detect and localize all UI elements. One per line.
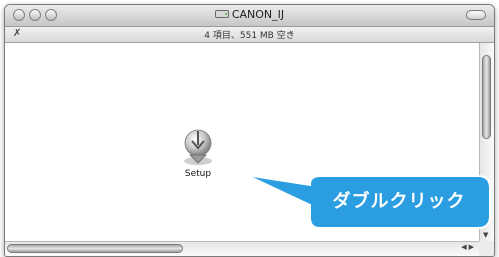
- setup-installer-icon[interactable]: [176, 125, 220, 169]
- vertical-scroll-thumb[interactable]: [482, 55, 491, 139]
- horizontal-scrollbar[interactable]: ◀▶: [5, 241, 479, 256]
- scroll-down-arrow-icon[interactable]: ▼: [483, 231, 488, 239]
- toolbar-toggle-button[interactable]: [466, 10, 486, 20]
- status-text: 4 項目、551 MB 空き: [204, 31, 295, 41]
- status-bar: ✗ 4 項目、551 MB 空き: [5, 27, 494, 43]
- finder-window: CANON_IJ ✗ 4 項目、551 MB 空き Setup ▼ ◀▶: [4, 4, 495, 257]
- window-title: CANON_IJ: [231, 8, 285, 21]
- title-bar[interactable]: CANON_IJ: [5, 5, 494, 27]
- file-label-setup[interactable]: Setup: [173, 169, 223, 179]
- callout-text: ダブルクリック: [332, 191, 466, 212]
- scroll-left-right-arrows-icon[interactable]: ◀▶: [461, 243, 476, 251]
- resize-grip[interactable]: [479, 241, 494, 256]
- window-title-container: CANON_IJ: [5, 8, 494, 21]
- disk-icon: [214, 10, 229, 18]
- horizontal-scroll-thumb[interactable]: [7, 244, 183, 253]
